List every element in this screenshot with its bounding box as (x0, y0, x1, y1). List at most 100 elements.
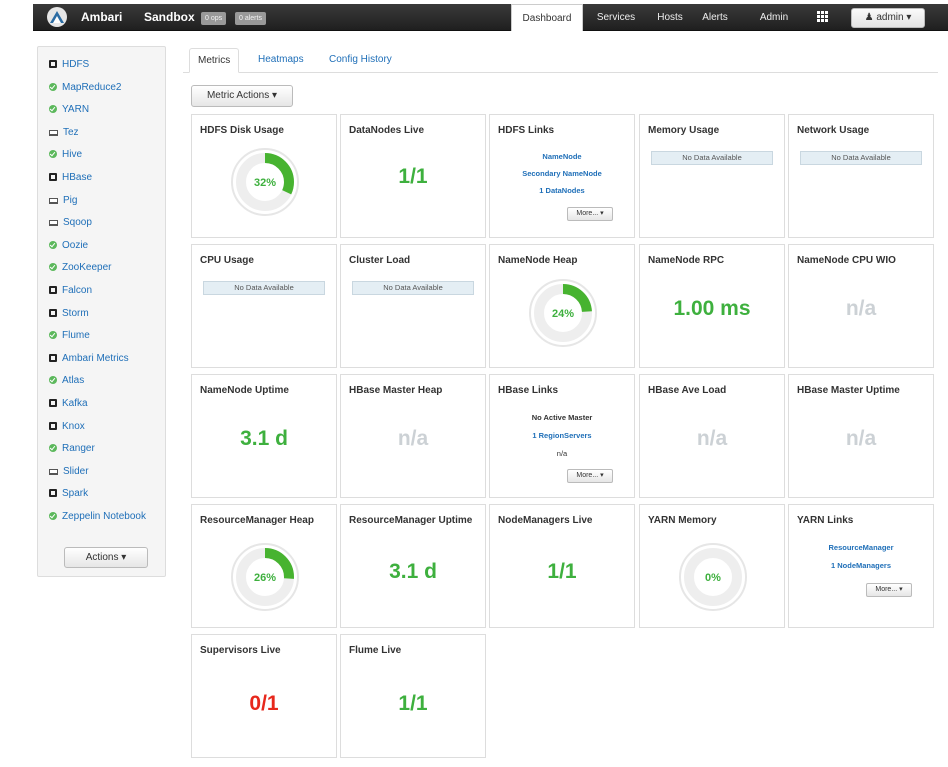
nav-hosts[interactable]: Hosts (651, 4, 689, 31)
nav-services[interactable]: Services (589, 4, 643, 31)
check-circle-icon (49, 512, 57, 520)
hdfs-more-button[interactable]: More... ▾ (567, 207, 613, 221)
sidebar-item-label: Ambari Metrics (62, 352, 129, 364)
namenode-rpc-value: 1.00 ms (673, 297, 751, 320)
tab-metrics[interactable]: Metrics (189, 48, 240, 73)
namenode-link[interactable]: NameNode (490, 152, 634, 161)
dashboard-tabs: Metrics Heatmaps Config History (183, 48, 938, 73)
nodemanagers-value: 1/1 (547, 560, 577, 583)
nav-dashboard[interactable]: Dashboard (511, 4, 583, 31)
tab-heatmaps[interactable]: Heatmaps (250, 48, 312, 73)
sidebar-item-tez[interactable]: Tez (49, 126, 79, 140)
widget-namenode-rpc[interactable]: NameNode RPC 1.00 ms (639, 244, 785, 368)
sidebar-item-atlas[interactable]: Atlas (49, 374, 84, 388)
widget-resourcemanager-uptime[interactable]: ResourceManager Uptime 3.1 d (340, 504, 486, 628)
widget-cluster-load[interactable]: Cluster Load No Data Available (340, 244, 486, 368)
sidebar-item-storm[interactable]: Storm (49, 307, 89, 321)
widget-namenode-uptime[interactable]: NameNode Uptime 3.1 d (191, 374, 337, 498)
widget-yarn-memory[interactable]: YARN Memory 0% (639, 504, 785, 628)
yarn-more-button[interactable]: More... ▾ (866, 583, 912, 597)
metric-actions-button[interactable]: Metric Actions ▾ (191, 85, 293, 107)
stopped-service-icon (49, 173, 57, 181)
grid-icon[interactable] (817, 11, 829, 23)
widget-title: NameNode CPU WIO (797, 255, 896, 266)
sidebar-item-spark[interactable]: Spark (49, 487, 88, 501)
widget-hbase-master-uptime[interactable]: HBase Master Uptime n/a (788, 374, 934, 498)
nav-alerts[interactable]: Alerts (695, 4, 735, 31)
cluster-name[interactable]: Sandbox (144, 10, 195, 24)
sidebar-item-falcon[interactable]: Falcon (49, 284, 92, 298)
alerts-badge[interactable]: 0 alerts (235, 12, 266, 25)
sidebar-item-hdfs[interactable]: HDFS (49, 58, 89, 72)
nav-admin[interactable]: Admin (755, 4, 793, 31)
widget-nodemanagers-live[interactable]: NodeManagers Live 1/1 (489, 504, 635, 628)
ops-badge[interactable]: 0 ops (201, 12, 227, 25)
sidebar-item-label: Tez (63, 126, 79, 138)
ambari-logo-icon[interactable] (47, 7, 67, 27)
stopped-service-icon (49, 353, 57, 362)
sidebar-item-flume[interactable]: Flume (49, 329, 90, 343)
stopped-service-icon (49, 489, 57, 498)
widget-hdfs-disk-usage[interactable]: HDFS Disk Usage 32% (191, 114, 337, 238)
regionservers-link[interactable]: 1 RegionServers (490, 431, 634, 440)
sidebar-item-oozie[interactable]: Oozie (49, 239, 88, 253)
sidebar-item-label: Ranger (62, 443, 95, 455)
sidebar-item-ambari-metrics[interactable]: Ambari Metrics (49, 352, 129, 366)
widget-supervisors-live[interactable]: Supervisors Live 0/1 (191, 634, 337, 758)
widget-title: Flume Live (349, 645, 402, 656)
tab-config-history[interactable]: Config History (321, 48, 400, 73)
widget-title: YARN Memory (648, 515, 717, 526)
widget-yarn-links: YARN Links ResourceManager 1 NodeManager… (788, 504, 934, 628)
sidebar-item-hive[interactable]: Hive (49, 148, 82, 162)
check-circle-icon (49, 105, 57, 114)
sidebar-item-label: Falcon (62, 285, 93, 296)
widget-namenode-cpu-wio[interactable]: NameNode CPU WIO n/a (788, 244, 934, 368)
widget-hbase-ave-load[interactable]: HBase Ave Load n/a (639, 374, 785, 498)
widget-title: HDFS Links (498, 125, 555, 136)
sidebar-item-knox[interactable]: Knox (49, 420, 85, 434)
resourcemanager-heap-donut: 26% (231, 543, 299, 611)
nodemanagers-link[interactable]: 1 NodeManagers (789, 561, 933, 570)
sidebar-item-label: ZooKeeper (62, 262, 112, 274)
service-actions-button[interactable]: Actions ▾ (64, 547, 148, 568)
widget-flume-live[interactable]: Flume Live 1/1 (340, 634, 486, 758)
no-data-label: No Data Available (352, 281, 474, 295)
check-circle-icon (49, 82, 57, 91)
resourcemanager-link[interactable]: ResourceManager (789, 543, 933, 552)
brand-name[interactable]: Ambari (81, 10, 122, 24)
sidebar-item-pig[interactable]: Pig (49, 194, 77, 208)
widget-resourcemanager-heap[interactable]: ResourceManager Heap 26% (191, 504, 337, 628)
hbase-more-button[interactable]: More... ▾ (567, 469, 613, 483)
widget-title: YARN Links (797, 515, 854, 526)
sidebar-item-label: Flume (62, 330, 90, 342)
widget-network-usage[interactable]: Network Usage No Data Available (788, 114, 934, 238)
widget-namenode-heap[interactable]: NameNode Heap 24% (489, 244, 635, 368)
sidebar-item-label: Kafka (62, 398, 88, 409)
widget-title: HBase Links (498, 385, 559, 396)
check-circle-icon (49, 263, 57, 272)
sidebar-item-mapreduce2[interactable]: MapReduce2 (49, 81, 121, 95)
sidebar-item-ranger[interactable]: Ranger (49, 442, 95, 456)
widget-cpu-usage[interactable]: CPU Usage No Data Available (191, 244, 337, 368)
sidebar-item-hbase[interactable]: HBase (49, 171, 92, 185)
check-circle-icon (49, 376, 57, 385)
sidebar-item-kafka[interactable]: Kafka (49, 397, 88, 411)
sidebar-item-yarn[interactable]: YARN (49, 103, 89, 117)
widget-hbase-master-heap[interactable]: HBase Master Heap n/a (340, 374, 486, 498)
sidebar-item-sqoop[interactable]: Sqoop (49, 216, 92, 230)
sidebar-item-slider[interactable]: Slider (49, 465, 89, 479)
widget-datanodes-live[interactable]: DataNodes Live 1/1 (340, 114, 486, 238)
sidebar-item-zookeeper[interactable]: ZooKeeper (49, 261, 111, 275)
check-circle-icon (49, 331, 57, 340)
sidebar-item-zeppelin-notebook[interactable]: Zeppelin Notebook (49, 510, 146, 524)
secondary-namenode-link[interactable]: Secondary NameNode (490, 169, 634, 178)
datanodes-link[interactable]: 1 DataNodes (490, 186, 634, 195)
no-active-master-label: No Active Master (531, 413, 593, 422)
user-menu-button[interactable]: ♟ admin ▾ (851, 8, 925, 28)
hdfs-disk-percent: 32% (254, 177, 276, 189)
widget-memory-usage[interactable]: Memory Usage No Data Available (639, 114, 785, 238)
resourcemanager-heap-percent: 26% (254, 572, 276, 584)
yarn-memory-donut: 0% (679, 543, 747, 611)
hbase-na-label: n/a (556, 449, 568, 458)
widget-title: Cluster Load (349, 255, 411, 266)
